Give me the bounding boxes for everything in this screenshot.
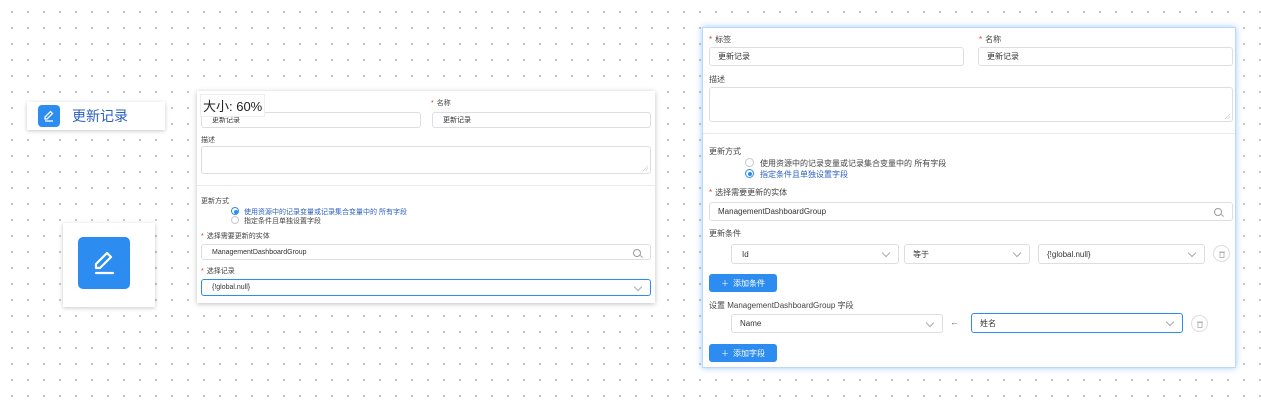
arrow-left-icon: ←: [950, 317, 959, 327]
flow-node-update-record-large[interactable]: [63, 223, 155, 307]
trash-icon: [1218, 251, 1225, 258]
flow-node-update-record[interactable]: 更新记录: [27, 102, 165, 130]
condition-operator-select[interactable]: 等于: [904, 244, 1030, 264]
chevron-down-icon: [633, 282, 643, 292]
search-icon: [1214, 208, 1222, 216]
description-label: 描述: [201, 137, 215, 144]
entity-input[interactable]: ManagementDashboardGroup: [201, 244, 651, 260]
delete-condition-button[interactable]: [1213, 245, 1230, 262]
zoom-indicator: 大小: 60%: [200, 94, 266, 117]
name-input[interactable]: 更新记录: [978, 47, 1233, 66]
entity-label: * 选择需要更新的实体: [709, 188, 788, 197]
edit-icon: [78, 237, 130, 289]
search-icon: [633, 249, 641, 257]
chevron-down-icon: [1012, 248, 1022, 258]
label-label: * 标签: [709, 35, 732, 44]
label-input[interactable]: 更新记录: [709, 47, 964, 66]
plus-icon: ＋: [721, 278, 729, 288]
name-label: * 名称: [431, 100, 451, 107]
option-specify-label: 指定条件且单独设置字段: [760, 170, 848, 179]
record-select[interactable]: {!global.null}: [201, 279, 651, 296]
update-method-label: 更新方式: [709, 147, 741, 156]
plus-icon: ＋: [721, 348, 729, 358]
edit-icon: [38, 105, 60, 127]
field-target-select[interactable]: Name: [731, 314, 943, 333]
option-specify-label: 指定条件且单独设置字段: [244, 218, 321, 225]
field-source-select[interactable]: 姓名: [971, 313, 1183, 333]
trash-icon: [1196, 321, 1203, 328]
update-method-label: 更新方式: [201, 198, 229, 205]
entity-input[interactable]: ManagementDashboardGroup: [709, 202, 1233, 221]
radio-specify[interactable]: [745, 169, 754, 178]
radio-all-fields[interactable]: [745, 158, 754, 167]
chevron-down-icon: [1187, 248, 1197, 258]
option-all-fields-label: 使用资源中的记录变量或记录集合变量中的 所有字段: [760, 159, 947, 168]
condition-field-select[interactable]: Id: [731, 244, 899, 264]
description-textarea[interactable]: [709, 87, 1233, 122]
record-label: * 选择记录: [201, 268, 235, 275]
node-label: 更新记录: [72, 108, 128, 124]
condition-label: 更新条件: [709, 229, 741, 238]
add-field-button[interactable]: ＋添加字段: [709, 344, 777, 362]
preview-panel: * 名称 更新记录 更新记录 描述 更新方式 使用资源中的记录变量或记录集合变量中…: [197, 91, 655, 303]
entity-label: * 选择需要更新的实体: [201, 233, 270, 240]
radio-specify[interactable]: [231, 216, 239, 224]
description-label: 描述: [709, 75, 725, 84]
add-condition-button[interactable]: ＋添加条件: [709, 274, 777, 292]
chevron-down-icon: [1165, 317, 1175, 327]
delete-field-button[interactable]: [1191, 315, 1208, 332]
set-fields-label: 设置 ManagementDashboardGroup 字段: [709, 301, 854, 310]
condition-value-select[interactable]: {!global.null}: [1038, 244, 1205, 264]
name-label: * 名称: [979, 35, 1002, 44]
name-input[interactable]: 更新记录: [432, 112, 651, 128]
description-textarea[interactable]: [201, 146, 651, 174]
radio-all-fields[interactable]: [231, 207, 239, 215]
chevron-down-icon: [881, 248, 891, 258]
properties-panel: * 标签 * 名称 更新记录 更新记录 描述 更新方式 使用资源中的记录变量或记录集…: [702, 27, 1236, 368]
chevron-down-icon: [925, 318, 935, 328]
